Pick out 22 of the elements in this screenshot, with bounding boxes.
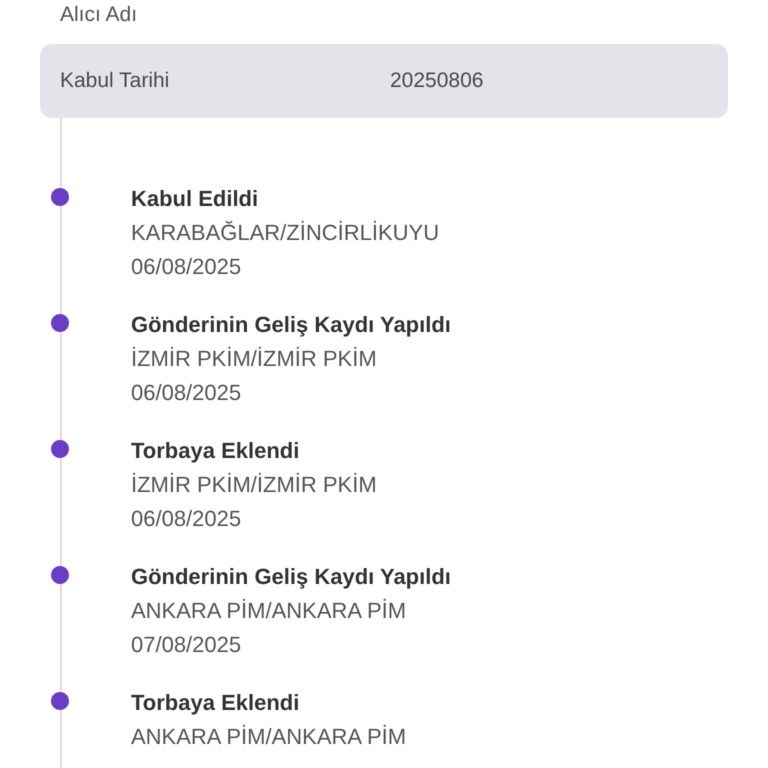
event-location: ANKARA PİM/ANKARA PİM: [131, 723, 408, 751]
field-value: 20250806: [390, 69, 484, 93]
timeline-dot: [51, 566, 69, 584]
field-label: Alıcı Adı: [60, 2, 138, 28]
event-location: İZMİR PKİM/İZMİR PKİM: [131, 345, 378, 373]
timeline-dot: [51, 692, 69, 710]
event-title: Torbaya Eklendi: [131, 437, 300, 465]
timeline-dot: [51, 188, 69, 206]
field-label: Kabul Tarihi: [60, 69, 170, 93]
timeline-dot: [51, 440, 69, 458]
event-title: Gönderinin Geliş Kaydı Yapıldı: [131, 311, 452, 339]
event-date: 07/08/2025: [131, 631, 242, 659]
event-location: İZMİR PKİM/İZMİR PKİM: [131, 471, 378, 499]
event-title: Kabul Edildi: [131, 185, 260, 213]
event-title: Gönderinin Geliş Kaydı Yapıldı: [131, 563, 452, 591]
event-date: 06/08/2025: [131, 379, 242, 407]
event-location: ANKARA PİM/ANKARA PİM: [131, 597, 408, 625]
event-date: 06/08/2025: [131, 505, 242, 533]
event-date: 06/08/2025: [131, 253, 242, 281]
event-location: KARABAĞLAR/ZİNCİRLİKUYU: [131, 219, 440, 247]
timeline-dot: [51, 314, 69, 332]
event-title: Torbaya Eklendi: [131, 689, 300, 717]
